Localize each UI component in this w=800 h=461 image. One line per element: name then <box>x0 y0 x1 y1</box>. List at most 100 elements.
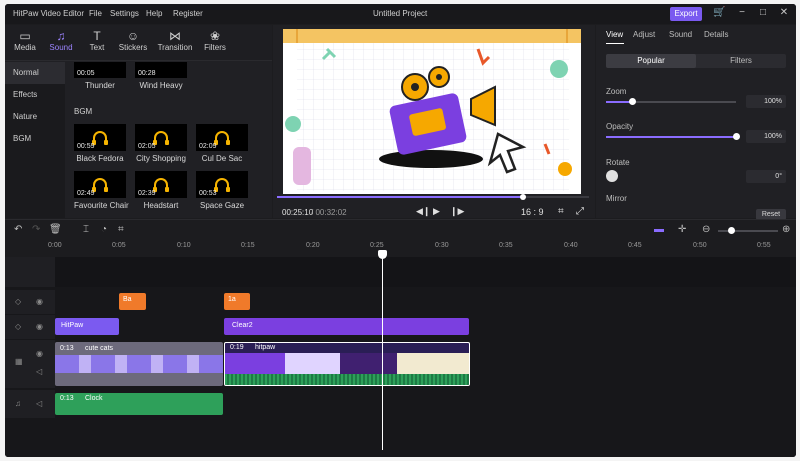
sound-item[interactable]: 00:28 Wind Heavy <box>135 62 187 90</box>
playback-progress-bar[interactable] <box>277 194 589 200</box>
rotate-dial[interactable] <box>606 170 618 182</box>
text-clip-label: HitPaw <box>61 322 84 329</box>
zoom-out-icon[interactable]: ⊖ <box>702 225 710 235</box>
sound-name: Wind Heavy <box>139 81 183 90</box>
opacity-slider-knob[interactable] <box>733 133 740 140</box>
category-nature[interactable]: Nature <box>5 106 65 128</box>
progress-knob[interactable] <box>520 194 527 200</box>
cart-icon[interactable]: 🛒 <box>713 7 725 19</box>
timeline-zoom-slider[interactable] <box>718 227 778 234</box>
sticker-clip-label: 1a <box>228 296 236 303</box>
volume-icon[interactable]: ◁ <box>36 367 42 376</box>
sound-thumbnail: 00:53 <box>196 171 248 198</box>
category-effects[interactable]: Effects <box>5 84 65 106</box>
fullscreen-icon[interactable]: ⤢ <box>576 206 584 217</box>
tab-sound-props[interactable]: Sound <box>669 30 692 39</box>
bgm-section-title: BGM <box>74 107 93 116</box>
undo-icon[interactable]: ↶ <box>14 225 22 235</box>
zoom-slider-knob[interactable] <box>629 98 636 105</box>
audio-clip[interactable]: 0:13 Clock <box>55 393 223 415</box>
menu-register[interactable]: Register <box>173 9 203 18</box>
video-clip[interactable]: 0:19 hitpaw <box>224 342 470 386</box>
preview-panel: 00:25:10 / 00:32:02 ◀❙ ▶ ❙▶ 16 : 9 ⌗ ⤢ <box>273 25 595 218</box>
sound-thumbnail: 02:09 <box>196 124 248 151</box>
tab-sound[interactable]: ♫ Sound <box>43 29 79 52</box>
active-tab-indicator <box>606 43 624 44</box>
music-note-icon: ♫ <box>56 29 66 43</box>
tab-adjust[interactable]: Adjust <box>633 30 655 39</box>
opacity-value-input[interactable]: 100% <box>746 130 786 143</box>
next-frame-icon[interactable]: ❙▶ <box>450 206 464 217</box>
ruler-tick: 0:00 <box>48 242 62 249</box>
zoom-in-icon[interactable]: ⊕ <box>782 225 790 235</box>
keyframe-icon[interactable]: ◇ <box>15 322 21 331</box>
sound-item[interactable]: 00:53 Space Gaze <box>196 171 248 210</box>
playhead-handle[interactable] <box>378 250 387 259</box>
eye-icon[interactable]: ◉ <box>36 349 43 358</box>
play-icon[interactable]: ▶ <box>433 206 440 217</box>
video-track-icon: ▦ <box>15 357 23 366</box>
category-bgm[interactable]: BGM <box>5 128 65 150</box>
timeline-zoom-knob[interactable] <box>728 227 735 234</box>
ruler-tick: 0:20 <box>306 242 320 249</box>
menu-help[interactable]: Help <box>146 9 162 18</box>
eye-icon[interactable]: ◉ <box>36 322 43 331</box>
preview-canvas[interactable] <box>283 29 581 194</box>
audio-clip-name: Clock <box>85 395 103 402</box>
opacity-label: Opacity <box>606 122 634 131</box>
tab-view[interactable]: View <box>606 30 623 39</box>
split-icon[interactable]: ⌶ <box>83 225 89 235</box>
menu-file[interactable]: File <box>89 9 102 18</box>
sticker-clip[interactable]: Ba <box>119 293 146 310</box>
tab-transition[interactable]: ⋈ Transition <box>155 29 195 52</box>
delete-icon[interactable]: 🗑 <box>49 225 62 235</box>
headphones-icon <box>92 131 108 145</box>
opacity-slider[interactable] <box>606 133 740 140</box>
sound-item[interactable]: 02:39 Headstart <box>135 171 187 210</box>
keyframe-icon[interactable]: ◇ <box>15 297 21 306</box>
zoom-value-input[interactable]: 100% <box>746 95 786 108</box>
menu-settings[interactable]: Settings <box>110 9 139 18</box>
minimize-icon[interactable]: − <box>736 7 748 19</box>
text-clip[interactable]: HitPaw <box>55 318 119 335</box>
tab-filters[interactable]: ❀ Filters <box>197 29 233 52</box>
prev-frame-icon[interactable]: ◀❙ <box>416 206 430 217</box>
video-clip[interactable]: 0:13 cute cats <box>55 342 223 386</box>
speed-icon[interactable]: ◔ <box>101 225 107 235</box>
sound-item[interactable]: 02:05 City Shopping <box>135 124 187 163</box>
sound-thumbnail: 00:28 <box>135 62 187 78</box>
headphones-icon <box>214 178 230 192</box>
sound-item[interactable]: 02:49 Favourite Chair <box>74 171 129 210</box>
timeline-ruler[interactable]: 0:00 0:05 0:10 0:15 0:20 0:25 0:30 0:35 … <box>5 240 796 257</box>
tab-text[interactable]: T Text <box>79 29 115 52</box>
zoom-slider[interactable] <box>606 98 736 105</box>
tab-media[interactable]: ▭ Media <box>7 29 43 52</box>
sound-name: City Shopping <box>136 154 186 163</box>
close-icon[interactable]: ✕ <box>778 7 790 19</box>
playhead-line[interactable] <box>382 250 383 450</box>
category-normal[interactable]: Normal <box>5 62 65 84</box>
text-clip[interactable]: Clear2 <box>224 318 469 335</box>
tab-stickers[interactable]: ☺ Stickers <box>115 29 151 52</box>
crop-tool-icon[interactable]: ⌗ <box>118 225 124 235</box>
rotate-value-input[interactable]: 0° <box>746 170 786 183</box>
fit-icon[interactable]: ✛ <box>678 225 686 235</box>
sound-item[interactable]: 00:59 Black Fedora <box>74 124 126 163</box>
sound-name: Headstart <box>143 201 179 210</box>
crop-icon[interactable]: ⌗ <box>558 206 564 217</box>
eye-icon[interactable]: ◉ <box>36 297 43 306</box>
redo-icon[interactable]: ↷ <box>32 225 40 235</box>
segment-popular[interactable]: Popular <box>606 54 696 68</box>
maximize-icon[interactable]: □ <box>757 7 769 19</box>
export-button[interactable]: Export <box>670 7 702 21</box>
sound-item[interactable]: 02:09 Cul De Sac <box>196 124 248 163</box>
sticker-clip[interactable]: 1a <box>224 293 250 310</box>
sound-duration: 02:05 <box>138 143 156 150</box>
volume-icon[interactable]: ◁ <box>36 399 42 408</box>
aspect-ratio-select[interactable]: 16 : 9 <box>521 207 544 217</box>
tab-details[interactable]: Details <box>704 30 728 39</box>
segment-filters[interactable]: Filters <box>696 54 786 68</box>
sound-item[interactable]: 00:05 Thunder <box>74 62 126 90</box>
headphones-icon <box>153 131 169 145</box>
snap-icon[interactable]: ▬ <box>654 225 664 235</box>
